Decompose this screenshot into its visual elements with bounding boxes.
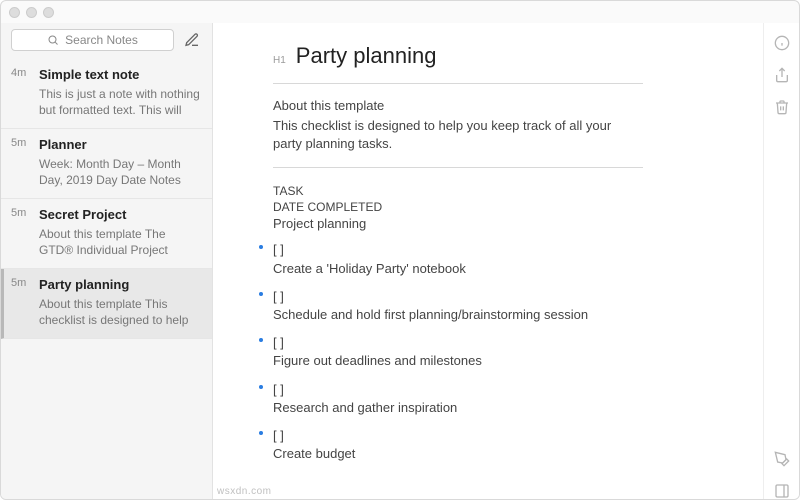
bullet-icon [259,245,263,249]
task-label: Schedule and hold first planning/brainst… [273,306,733,324]
traffic-minimize[interactable] [26,7,37,18]
task-checkbox[interactable]: [ ] [273,381,733,399]
info-icon[interactable] [774,35,790,51]
trash-icon[interactable] [774,99,790,115]
sidebar: Search Notes 4m Simple text note This is j… [1,23,213,499]
note-time: 5m [11,277,31,328]
share-icon[interactable] [774,67,790,83]
search-placeholder: Search Notes [65,33,138,47]
task-item[interactable]: [ ]Schedule and hold first planning/brai… [273,288,733,324]
page-title[interactable]: Party planning [296,43,437,69]
note-list: 4m Simple text note This is just a note wi… [1,59,212,499]
note-time: 4m [11,67,31,118]
task-checkbox[interactable]: [ ] [273,427,733,445]
task-item[interactable]: [ ]Research and gather inspiration [273,381,733,417]
traffic-zoom[interactable] [43,7,54,18]
task-checkbox[interactable]: [ ] [273,288,733,306]
app-window: Search Notes 4m Simple text note This is j… [0,0,800,500]
note-title: Secret Project [39,207,202,222]
note-item[interactable]: 5m Planner Week: Month Day – Month Day, 20… [1,129,212,199]
bullet-icon [259,385,263,389]
note-item[interactable]: 5m Party planning About this template This… [1,269,212,339]
task-checkbox[interactable]: [ ] [273,241,733,259]
search-input[interactable]: Search Notes [11,29,174,51]
divider [273,167,643,168]
task-label: Create budget [273,445,733,463]
window-titlebar [1,1,799,23]
note-item[interactable]: 4m Simple text note This is just a note wi… [1,59,212,129]
about-body: This checklist is designed to help you k… [273,117,643,153]
task-label: Figure out deadlines and milestones [273,352,733,370]
bullet-icon [259,431,263,435]
about-heading: About this template [273,98,733,113]
note-title: Simple text note [39,67,202,82]
note-time: 5m [11,207,31,258]
note-title: Planner [39,137,202,152]
divider [273,83,643,84]
task-label: Create a 'Holiday Party' notebook [273,260,733,278]
heading-level-marker: H1 [273,55,286,66]
note-preview: About this template This checklist is de… [39,296,202,328]
pen-icon[interactable] [774,451,790,467]
task-label: Research and gather inspiration [273,399,733,417]
compose-icon [184,32,200,48]
search-icon [47,34,59,46]
task-column-header: TASK [273,184,733,198]
task-list: [ ]Create a 'Holiday Party' notebook[ ]S… [273,241,733,463]
task-section-title: Project planning [273,216,733,231]
date-column-header: DATE COMPLETED [273,200,733,214]
traffic-close[interactable] [9,7,20,18]
note-preview: About this template The GTD® Individual … [39,226,202,258]
editor[interactable]: H1 Party planning About this template Th… [213,23,763,499]
right-toolbar [763,23,799,499]
panel-icon[interactable] [774,483,790,499]
note-preview: Week: Month Day – Month Day, 2019 Day Da… [39,156,202,188]
bullet-icon [259,292,263,296]
watermark: wsxdn.com [217,486,272,497]
task-checkbox[interactable]: [ ] [273,334,733,352]
note-time: 5m [11,137,31,188]
note-item[interactable]: 5m Secret Project About this template The … [1,199,212,269]
note-title: Party planning [39,277,202,292]
bullet-icon [259,338,263,342]
task-item[interactable]: [ ]Figure out deadlines and milestones [273,334,733,370]
note-preview: This is just a note with nothing but for… [39,86,202,118]
task-item[interactable]: [ ]Create a 'Holiday Party' notebook [273,241,733,277]
main-pane: H1 Party planning About this template Th… [213,23,799,499]
compose-button[interactable] [182,30,202,50]
task-item[interactable]: [ ]Create budget [273,427,733,463]
